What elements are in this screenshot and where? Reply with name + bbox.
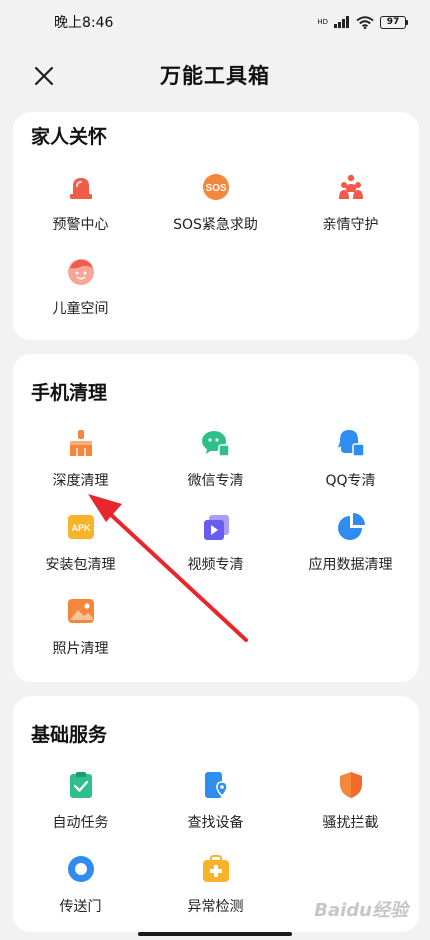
close-icon (34, 66, 54, 86)
wifi-icon (356, 15, 374, 29)
tool-label: SOS紧急求助 (173, 217, 258, 233)
family-icon (336, 172, 366, 202)
tool-label: 预警中心 (52, 217, 109, 233)
video-icon (201, 512, 231, 542)
family-care-card: 家人关怀 预警中心 SOS SOS紧急求助 亲情守护 儿童空间 (13, 112, 419, 340)
tool-app-data-clean[interactable]: 应用数据清理 (283, 512, 418, 584)
tool-portal[interactable]: 传送门 (13, 854, 148, 926)
status-time: 晚上8:46 (54, 15, 114, 31)
tool-alert-center[interactable]: 预警中心 (13, 172, 148, 244)
tool-apk-clean[interactable]: APK 安装包清理 (13, 512, 148, 584)
clipboard-check-icon (66, 770, 96, 800)
tool-label: 传送门 (59, 899, 102, 915)
tool-label: QQ专清 (325, 473, 376, 489)
tool-auto-task[interactable]: 自动任务 (13, 770, 148, 842)
signal-icon (334, 16, 349, 28)
alarm-light-icon (66, 172, 96, 202)
photo-icon (66, 596, 96, 626)
tool-label: 自动任务 (52, 815, 109, 831)
tool-label: 深度清理 (52, 473, 109, 489)
apk-icon: APK (66, 512, 96, 542)
tool-kids-space[interactable]: 儿童空间 (13, 256, 148, 328)
battery-icon: 97 (380, 15, 408, 29)
first-aid-kit-icon (201, 854, 231, 884)
tool-label: 安装包清理 (45, 557, 116, 573)
svg-text:APK: APK (71, 523, 91, 533)
page-title: 万能工具箱 (160, 64, 270, 88)
home-indicator[interactable] (138, 932, 292, 936)
wechat-icon (201, 428, 231, 458)
portal-ring-icon (66, 854, 96, 884)
tool-sos[interactable]: SOS SOS紧急求助 (148, 172, 283, 244)
signal-label: HD (317, 17, 328, 26)
tool-label: 儿童空间 (52, 301, 109, 317)
tool-family-guard[interactable]: 亲情守护 (283, 172, 418, 244)
phone-cleaning-card: 手机清理 深度清理 微信专清 QQ专清 APK 安装包清理 视频专清 应用数据清… (13, 354, 419, 682)
status-bar: 晚上8:46 HD 97 (0, 0, 430, 44)
find-device-icon (201, 770, 231, 800)
section-title-phone-cleaning: 手机清理 (31, 382, 108, 404)
tool-label: 照片清理 (52, 641, 109, 657)
tool-label: 骚扰拦截 (322, 815, 379, 831)
pie-chart-icon (336, 512, 366, 542)
tool-anomaly-check[interactable]: 异常检测 (148, 854, 283, 926)
section-title-family-care: 家人关怀 (31, 126, 108, 148)
sos-icon: SOS (201, 172, 231, 202)
tool-qq-clean[interactable]: QQ专清 (283, 428, 418, 500)
tool-label: 异常检测 (187, 899, 244, 915)
tool-label: 亲情守护 (322, 217, 379, 233)
svg-text:SOS: SOS (205, 183, 226, 194)
close-button[interactable] (30, 62, 58, 90)
broom-icon (66, 428, 96, 458)
tool-label: 视频专清 (187, 557, 244, 573)
qq-icon (336, 428, 366, 458)
tool-label: 应用数据清理 (308, 557, 393, 573)
tool-wechat-clean[interactable]: 微信专清 (148, 428, 283, 500)
watermark: Baidu经验 (314, 900, 408, 921)
child-face-icon (66, 256, 96, 286)
tool-deep-clean[interactable]: 深度清理 (13, 428, 148, 500)
tool-label: 微信专清 (187, 473, 244, 489)
tool-photo-clean[interactable]: 照片清理 (13, 596, 148, 668)
shield-icon (336, 770, 366, 800)
tool-video-clean[interactable]: 视频专清 (148, 512, 283, 584)
tool-label: 查找设备 (187, 815, 244, 831)
battery-level: 97 (380, 15, 406, 29)
header: 万能工具箱 (0, 52, 430, 98)
tool-find-device[interactable]: 查找设备 (148, 770, 283, 842)
status-icons: HD 97 (317, 15, 408, 29)
section-title-basic-services: 基础服务 (31, 724, 108, 746)
tool-harass-block[interactable]: 骚扰拦截 (283, 770, 418, 842)
